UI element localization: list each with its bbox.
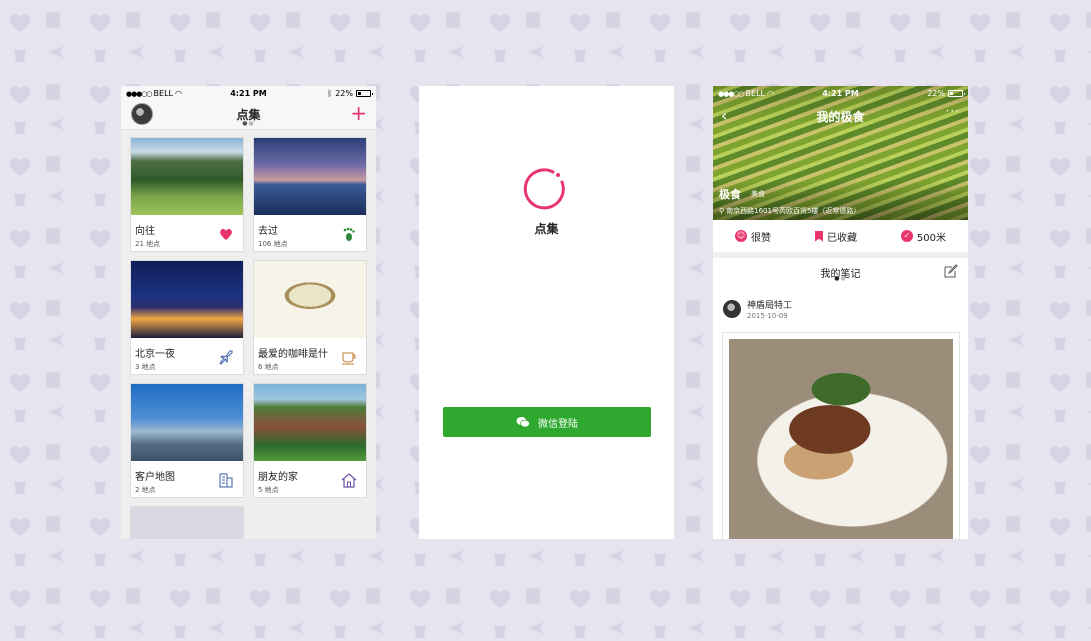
collections-screen: ●●●○○ BELL ◠ 4:21 PM ᛒ 22% 点集 ●● + 向往 21… — [121, 86, 376, 539]
compass-icon: ✓ — [900, 230, 913, 242]
collection-card[interactable]: 去过 106 地点 — [253, 137, 367, 252]
wechat-login-button[interactable]: 微信登陆 — [443, 407, 651, 437]
note-photo[interactable] — [722, 332, 960, 539]
edit-icon[interactable] — [944, 264, 958, 278]
card-title: 客户地图 — [135, 472, 175, 483]
logo-ring-icon — [523, 168, 565, 210]
coffee-cup-icon — [342, 352, 356, 365]
food-image — [729, 339, 953, 539]
bluetooth-icon: ᛒ — [327, 89, 333, 98]
page-indicator: ●● — [242, 120, 255, 127]
distance-button[interactable]: ✓ 500米 — [900, 229, 947, 244]
card-thumbnail — [254, 138, 366, 215]
address-text: 南京西路1601号芮欧百货5楼（近常德路） — [726, 207, 861, 215]
distance-label: 500米 — [916, 232, 947, 244]
card-title: 向往 — [135, 226, 155, 237]
app-name: 点集 — [534, 222, 559, 236]
home-icon — [341, 473, 357, 488]
avatar[interactable] — [723, 300, 741, 318]
more-button[interactable]: ··· — [946, 104, 960, 118]
login-screen: 点集 微信登陆 — [419, 86, 674, 539]
card-thumbnail — [254, 261, 366, 338]
airplane-icon — [219, 350, 233, 365]
battery-percent: 22% — [927, 89, 945, 98]
card-title: 最爱的咖啡是什 — [258, 349, 328, 360]
card-title: 朋友的家 — [258, 472, 298, 483]
place-name: 极食 — [719, 188, 741, 201]
place-address: ⚲ 南京西路1601号芮欧百货5楼（近常德路） — [719, 206, 860, 216]
status-bar: ●●●○○ BELL ◠ 4:21 PM ᛒ 22% — [121, 86, 376, 100]
page-title: 我的极食 — [816, 110, 865, 124]
smile-icon: ☺ — [734, 230, 747, 242]
wechat-login-label: 微信登陆 — [538, 418, 578, 430]
hero-image: ●●●○○ BELL ◠ 4:21 PM 22% ‹ 我的极食 ··· 极食 美… — [713, 86, 968, 220]
card-count: 6 地点 — [258, 363, 279, 371]
card-title: 去过 — [258, 226, 278, 237]
card-count: 21 地点 — [135, 240, 161, 248]
collection-card[interactable]: 北京一夜 3 地点 — [130, 260, 244, 375]
plus-icon: + — [350, 101, 367, 125]
place-detail-screen: ●●●○○ BELL ◠ 4:21 PM 22% ‹ 我的极食 ··· 极食 美… — [713, 86, 968, 539]
status-bar: ●●●○○ BELL ◠ 4:21 PM 22% — [713, 86, 968, 100]
collection-card[interactable] — [130, 506, 244, 539]
saved-label: 已收藏 — [826, 232, 857, 244]
collection-card[interactable]: 朋友的家 5 地点 — [253, 383, 367, 498]
battery-icon — [948, 90, 965, 97]
building-icon — [219, 473, 233, 488]
battery-icon — [356, 90, 373, 97]
heart-icon — [220, 228, 232, 240]
card-count: 3 地点 — [135, 363, 156, 371]
collection-card[interactable]: 向往 21 地点 — [130, 137, 244, 252]
collection-card[interactable]: 最爱的咖啡是什 6 地点 — [253, 260, 367, 375]
bookmark-icon — [814, 230, 823, 242]
saved-button[interactable]: 已收藏 — [814, 229, 857, 244]
card-thumbnail — [131, 261, 243, 338]
card-thumbnail — [131, 507, 243, 539]
author-name[interactable]: 神盾局特工 — [747, 298, 792, 311]
card-thumbnail — [131, 138, 243, 215]
battery-percent: 22% — [335, 89, 353, 98]
add-button[interactable]: + — [350, 102, 367, 124]
card-thumbnail — [254, 384, 366, 461]
card-thumbnail — [131, 384, 243, 461]
like-button[interactable]: ☺ 很赞 — [734, 229, 771, 244]
card-count: 2 地点 — [135, 486, 156, 494]
action-bar: ☺ 很赞 已收藏 ✓ 500米 — [713, 220, 968, 252]
footprint-icon — [343, 227, 355, 241]
location-pin-icon: ⚲ — [719, 207, 725, 215]
card-title: 北京一夜 — [135, 349, 175, 360]
more-icon: ··· — [945, 104, 960, 118]
wechat-icon — [516, 417, 530, 428]
like-label: 很赞 — [750, 232, 771, 244]
page-indicator: ●● — [834, 275, 847, 282]
nav-bar: 点集 ●● + — [121, 100, 376, 130]
card-count: 106 地点 — [258, 240, 288, 248]
place-category: 美食 — [751, 190, 765, 198]
notes-section: 我的笔记 ●● 神盾局特工 2015-10-09 — [713, 258, 968, 539]
collection-card[interactable]: 客户地图 2 地点 — [130, 383, 244, 498]
card-count: 5 地点 — [258, 486, 279, 494]
post-date: 2015-10-09 — [747, 312, 788, 320]
